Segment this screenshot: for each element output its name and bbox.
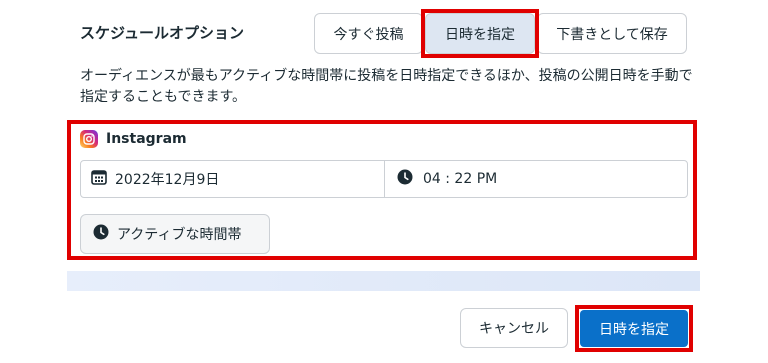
active-times-label: アクティブな時間帯 — [117, 227, 242, 243]
field-divider — [384, 161, 385, 197]
section-title: スケジュールオプション — [80, 24, 244, 42]
description-text: オーディエンスが最もアクティブな時間帯に投稿を日時指定できるほか、投稿の公開日時… — [80, 68, 693, 105]
cancel-button[interactable]: キャンセル — [460, 308, 568, 348]
date-value: 2022年12月9日 — [115, 172, 220, 188]
active-times-button[interactable]: アクティブな時間帯 — [80, 214, 270, 254]
save-draft-tab[interactable]: 下書きとして保存 — [537, 13, 687, 54]
instagram-icon — [80, 130, 98, 148]
schedule-submit-button[interactable]: 日時を指定 — [580, 310, 688, 347]
date-input[interactable]: 2022年12月9日 — [91, 161, 219, 197]
datetime-field-group: 2022年12月9日 04 : 22 PM — [80, 160, 688, 198]
highlight-box-schedule-tab — [421, 9, 539, 58]
platform-row: Instagram — [80, 130, 187, 148]
info-banner — [67, 271, 700, 291]
clock-icon — [93, 224, 109, 244]
time-input[interactable]: 04 : 22 PM — [397, 161, 497, 197]
calendar-icon — [91, 169, 107, 189]
time-value: 04 : 22 PM — [423, 171, 498, 187]
clock-icon — [397, 169, 413, 189]
platform-name: Instagram — [106, 131, 187, 147]
post-now-tab[interactable]: 今すぐ投稿 — [314, 13, 423, 54]
